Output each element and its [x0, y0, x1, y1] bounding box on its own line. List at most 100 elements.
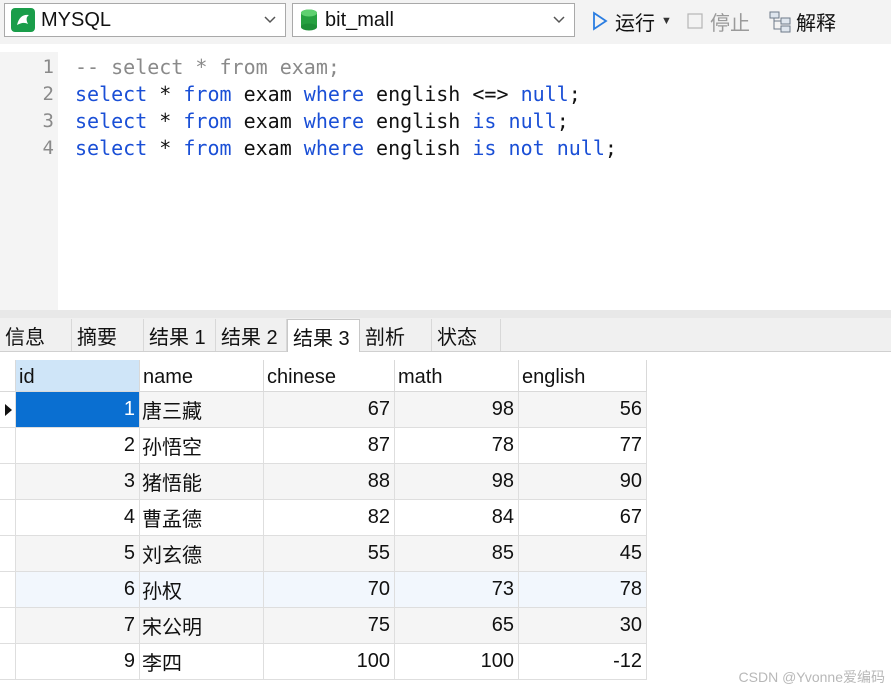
- row-indicator[interactable]: [0, 608, 16, 644]
- run-button[interactable]: 运行 ▼: [590, 6, 672, 36]
- sql-keyword: select: [75, 109, 148, 133]
- caret-down-icon[interactable]: ▼: [661, 15, 672, 27]
- cell-english[interactable]: 78: [519, 572, 647, 608]
- table-row[interactable]: 4 曹孟德 82 84 67: [0, 500, 647, 536]
- tab-result-2[interactable]: 结果 2: [216, 319, 287, 351]
- cell-id[interactable]: 1: [16, 392, 140, 428]
- cell-math[interactable]: 78: [395, 428, 519, 464]
- cell-math[interactable]: 85: [395, 536, 519, 572]
- cell-id[interactable]: 7: [16, 608, 140, 644]
- tab-result-3[interactable]: 结果 3: [287, 319, 360, 352]
- row-indicator[interactable]: [0, 644, 16, 680]
- cell-chinese[interactable]: 88: [264, 464, 395, 500]
- cell-id[interactable]: 5: [16, 536, 140, 572]
- code-line[interactable]: select * from exam where english is null…: [75, 109, 569, 133]
- connection-select[interactable]: MYSQL: [4, 3, 286, 37]
- cell-name[interactable]: 孙悟空: [140, 428, 264, 464]
- cell-id[interactable]: 6: [16, 572, 140, 608]
- code-line[interactable]: select * from exam where english is not …: [75, 136, 617, 160]
- chevron-down-icon: [553, 16, 565, 24]
- cell-chinese[interactable]: 82: [264, 500, 395, 536]
- sql-text: exam: [231, 82, 304, 106]
- row-indicator[interactable]: [0, 428, 16, 464]
- table-row[interactable]: 1 唐三藏 67 98 56: [0, 392, 647, 428]
- current-row-arrow-icon: [5, 404, 12, 416]
- tab-summary[interactable]: 摘要: [72, 319, 144, 351]
- sql-text: english: [364, 109, 473, 133]
- cell-chinese[interactable]: 100: [264, 644, 395, 680]
- cell-math[interactable]: 98: [395, 392, 519, 428]
- table-row[interactable]: 9 李四 100 100 -12: [0, 644, 647, 680]
- explain-icon: [769, 11, 791, 33]
- cell-english[interactable]: 77: [519, 428, 647, 464]
- table-row[interactable]: 2 孙悟空 87 78 77: [0, 428, 647, 464]
- cell-english[interactable]: 56: [519, 392, 647, 428]
- sql-keyword: from: [183, 109, 232, 133]
- stop-label: 停止: [710, 12, 750, 35]
- sql-editor[interactable]: 1 2 3 4 -- select * from exam; select * …: [0, 52, 891, 310]
- cell-math[interactable]: 100: [395, 644, 519, 680]
- column-header-math[interactable]: math: [395, 360, 519, 392]
- tab-profile[interactable]: 剖析: [360, 319, 432, 351]
- cell-id[interactable]: 3: [16, 464, 140, 500]
- sql-text: english <=>: [364, 82, 521, 106]
- sql-keyword: is: [472, 109, 497, 133]
- stop-button[interactable]: 停止: [686, 6, 750, 36]
- table-row[interactable]: 7 宋公明 75 65 30: [0, 608, 647, 644]
- row-indicator[interactable]: [0, 392, 16, 428]
- database-select[interactable]: bit_mall: [292, 3, 575, 37]
- explain-label: 解释: [796, 12, 836, 35]
- cell-math[interactable]: 98: [395, 464, 519, 500]
- cell-name[interactable]: 猪悟能: [140, 464, 264, 500]
- cell-english[interactable]: 30: [519, 608, 647, 644]
- cell-english[interactable]: -12: [519, 644, 647, 680]
- cell-name[interactable]: 唐三藏: [140, 392, 264, 428]
- table-row[interactable]: 6 孙权 70 73 78: [0, 572, 647, 608]
- row-indicator[interactable]: [0, 536, 16, 572]
- row-indicator[interactable]: [0, 464, 16, 500]
- cell-name[interactable]: 曹孟德: [140, 500, 264, 536]
- row-indicator[interactable]: [0, 500, 16, 536]
- cell-math[interactable]: 73: [395, 572, 519, 608]
- tab-info[interactable]: 信息: [0, 319, 72, 351]
- cell-name[interactable]: 刘玄德: [140, 536, 264, 572]
- run-label: 运行: [615, 12, 655, 35]
- toolbar: MYSQL bit_mall 运行 ▼ 停止 解释: [0, 0, 891, 44]
- sql-text: ;: [568, 82, 581, 106]
- sql-keyword: where: [303, 109, 365, 133]
- explain-button[interactable]: 解释: [768, 6, 836, 36]
- column-header-english[interactable]: english: [519, 360, 647, 392]
- table-row[interactable]: 3 猪悟能 88 98 90: [0, 464, 647, 500]
- cell-english[interactable]: 67: [519, 500, 647, 536]
- cell-chinese[interactable]: 75: [264, 608, 395, 644]
- table-row[interactable]: 5 刘玄德 55 85 45: [0, 536, 647, 572]
- cell-chinese[interactable]: 55: [264, 536, 395, 572]
- tab-result-1[interactable]: 结果 1: [144, 319, 216, 351]
- cell-name[interactable]: 宋公明: [140, 608, 264, 644]
- code-line[interactable]: select * from exam where english <=> nul…: [75, 82, 581, 106]
- cell-chinese[interactable]: 70: [264, 572, 395, 608]
- column-header-id[interactable]: id: [16, 360, 140, 392]
- cell-id[interactable]: 2: [16, 428, 140, 464]
- sql-keyword: not: [508, 136, 545, 160]
- cell-name[interactable]: 孙权: [140, 572, 264, 608]
- cell-english[interactable]: 45: [519, 536, 647, 572]
- row-indicator[interactable]: [0, 572, 16, 608]
- cell-math[interactable]: 65: [395, 608, 519, 644]
- cell-id[interactable]: 4: [16, 500, 140, 536]
- code-line[interactable]: -- select * from exam;: [75, 55, 340, 79]
- cell-chinese[interactable]: 67: [264, 392, 395, 428]
- cell-chinese[interactable]: 87: [264, 428, 395, 464]
- chevron-down-icon: [264, 16, 276, 24]
- cell-id[interactable]: 9: [16, 644, 140, 680]
- cell-english[interactable]: 90: [519, 464, 647, 500]
- pane-splitter[interactable]: [0, 310, 891, 318]
- cell-name[interactable]: 李四: [140, 644, 264, 680]
- column-header-name[interactable]: name: [140, 360, 264, 392]
- tab-status[interactable]: 状态: [432, 319, 501, 351]
- line-number: 4: [42, 137, 54, 159]
- column-header-chinese[interactable]: chinese: [264, 360, 395, 392]
- sql-text: exam: [231, 109, 304, 133]
- cell-math[interactable]: 84: [395, 500, 519, 536]
